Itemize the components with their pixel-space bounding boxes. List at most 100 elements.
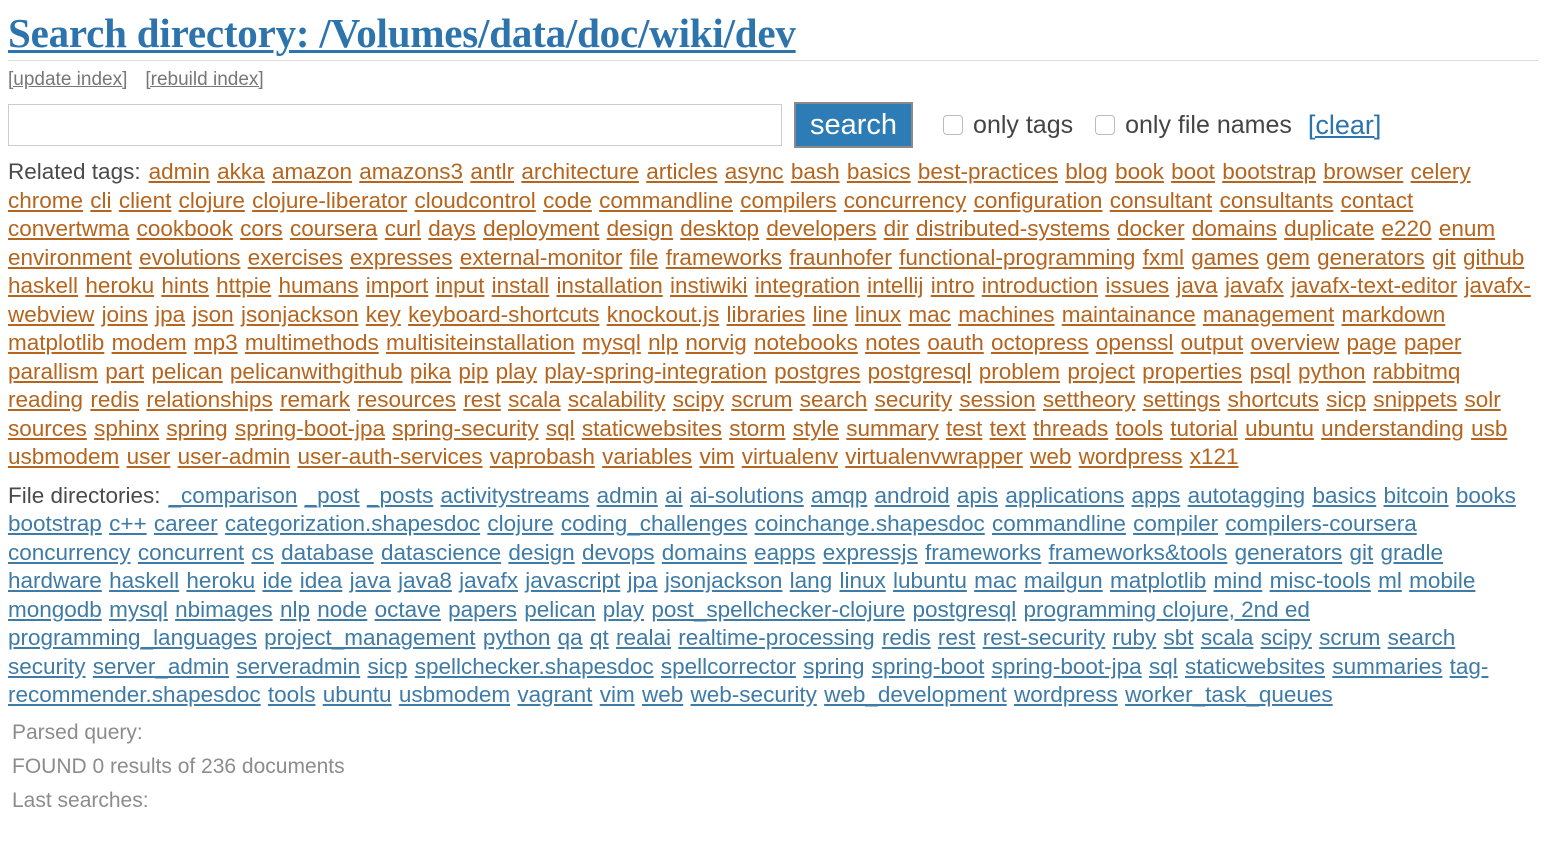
- directory-link[interactable]: haskell: [109, 568, 179, 593]
- only-tags-checkbox-group[interactable]: only tags: [943, 111, 1073, 140]
- directory-link[interactable]: concurrent: [138, 540, 244, 565]
- tag-link[interactable]: architecture: [521, 159, 639, 184]
- tag-link[interactable]: cookbook: [137, 216, 233, 241]
- tag-link[interactable]: input: [436, 273, 485, 298]
- tag-link[interactable]: management: [1203, 302, 1334, 327]
- tag-link[interactable]: dir: [884, 216, 909, 241]
- tag-link[interactable]: notes: [865, 330, 920, 355]
- directory-link[interactable]: web_development: [824, 682, 1007, 707]
- directory-link[interactable]: lang: [790, 568, 833, 593]
- tag-link[interactable]: compilers: [740, 188, 836, 213]
- directory-link[interactable]: admin: [597, 483, 658, 508]
- tag-link[interactable]: bash: [791, 159, 840, 184]
- tag-link[interactable]: clojure-liberator: [252, 188, 407, 213]
- tag-link[interactable]: reading: [8, 387, 83, 412]
- tag-link[interactable]: resources: [357, 387, 456, 412]
- tag-link[interactable]: docker: [1117, 216, 1185, 241]
- directory-link[interactable]: staticwebsites: [1185, 654, 1325, 679]
- tag-link[interactable]: parallism: [8, 359, 98, 384]
- tag-link[interactable]: distributed-systems: [916, 216, 1110, 241]
- directory-link[interactable]: web-security: [691, 682, 817, 707]
- directory-link[interactable]: papers: [448, 597, 517, 622]
- directory-link[interactable]: vagrant: [517, 682, 592, 707]
- directory-link[interactable]: qa: [558, 625, 583, 650]
- tag-link[interactable]: heroku: [85, 273, 154, 298]
- directory-link[interactable]: amqp: [811, 483, 867, 508]
- tag-link[interactable]: machines: [958, 302, 1054, 327]
- tag-link[interactable]: web: [1030, 444, 1071, 469]
- tag-link[interactable]: humans: [278, 273, 358, 298]
- tag-link[interactable]: articles: [646, 159, 717, 184]
- tag-link[interactable]: httpie: [216, 273, 271, 298]
- directory-link[interactable]: web: [642, 682, 683, 707]
- tag-link[interactable]: pelican: [151, 359, 222, 384]
- directory-link[interactable]: usbmodem: [399, 682, 510, 707]
- tag-link[interactable]: sphinx: [94, 416, 159, 441]
- tag-link[interactable]: celery: [1411, 159, 1471, 184]
- tag-link[interactable]: java: [1176, 273, 1217, 298]
- tag-link[interactable]: shortcuts: [1228, 387, 1319, 412]
- directory-link[interactable]: frameworks: [925, 540, 1041, 565]
- directory-link[interactable]: cs: [251, 540, 274, 565]
- tag-link[interactable]: user-admin: [178, 444, 291, 469]
- tag-link[interactable]: line: [813, 302, 848, 327]
- tag-link[interactable]: user: [127, 444, 171, 469]
- tag-link[interactable]: paper: [1404, 330, 1462, 355]
- tag-link[interactable]: functional-programming: [899, 245, 1135, 270]
- tag-link[interactable]: matplotlib: [8, 330, 104, 355]
- tag-link[interactable]: fraunhofer: [789, 245, 892, 270]
- tag-link[interactable]: consultants: [1220, 188, 1334, 213]
- directory-link[interactable]: javascript: [525, 568, 620, 593]
- page-title-link[interactable]: Search directory: /Volumes/data/doc/wiki…: [8, 10, 796, 56]
- tag-link[interactable]: octopress: [991, 330, 1089, 355]
- directory-link[interactable]: node: [317, 597, 367, 622]
- tag-link[interactable]: design: [607, 216, 673, 241]
- directory-link[interactable]: clojure: [487, 511, 553, 536]
- directory-link[interactable]: c++: [109, 511, 147, 536]
- directory-link[interactable]: design: [508, 540, 574, 565]
- tag-link[interactable]: admin: [149, 159, 210, 184]
- tag-link[interactable]: evolutions: [139, 245, 240, 270]
- tag-link[interactable]: multisiteinstallation: [386, 330, 575, 355]
- tag-link[interactable]: text: [990, 416, 1026, 441]
- tag-link[interactable]: virtualenvwrapper: [845, 444, 1023, 469]
- tag-link[interactable]: mysql: [582, 330, 641, 355]
- tag-link[interactable]: integration: [755, 273, 860, 298]
- tag-link[interactable]: spring-boot-jpa: [235, 416, 385, 441]
- tag-link[interactable]: solr: [1464, 387, 1500, 412]
- directory-link[interactable]: nbimages: [175, 597, 273, 622]
- directory-link[interactable]: qt: [590, 625, 609, 650]
- tag-link[interactable]: issues: [1105, 273, 1169, 298]
- tag-link[interactable]: domains: [1192, 216, 1277, 241]
- directory-link[interactable]: eapps: [754, 540, 815, 565]
- tag-link[interactable]: blog: [1065, 159, 1108, 184]
- tag-link[interactable]: instiwiki: [670, 273, 748, 298]
- tag-link[interactable]: clojure: [179, 188, 245, 213]
- search-button[interactable]: search: [794, 102, 914, 148]
- tag-link[interactable]: basics: [847, 159, 911, 184]
- tag-link[interactable]: part: [105, 359, 144, 384]
- tag-link[interactable]: boot: [1171, 159, 1215, 184]
- tag-link[interactable]: wordpress: [1079, 444, 1183, 469]
- update-index-link[interactable]: [update index]: [8, 69, 127, 90]
- tag-link[interactable]: pelicanwithgithub: [230, 359, 403, 384]
- directory-link[interactable]: project_management: [264, 625, 475, 650]
- tag-link[interactable]: installation: [556, 273, 662, 298]
- directory-link[interactable]: basics: [1312, 483, 1376, 508]
- tag-link[interactable]: json: [192, 302, 233, 327]
- directory-link[interactable]: coding_challenges: [561, 511, 747, 536]
- tag-link[interactable]: key: [366, 302, 401, 327]
- tag-link[interactable]: commandline: [599, 188, 733, 213]
- tag-link[interactable]: rest: [463, 387, 501, 412]
- directory-link[interactable]: pelican: [524, 597, 595, 622]
- tag-link[interactable]: usb: [1471, 416, 1507, 441]
- tag-link[interactable]: relationships: [146, 387, 272, 412]
- tag-link[interactable]: concurrency: [844, 188, 967, 213]
- directory-link[interactable]: misc-tools: [1270, 568, 1371, 593]
- directory-link[interactable]: datascience: [381, 540, 501, 565]
- directory-link[interactable]: jpa: [628, 568, 658, 593]
- directory-link[interactable]: programming clojure, 2nd ed: [1024, 597, 1310, 622]
- tag-link[interactable]: problem: [979, 359, 1060, 384]
- directory-link[interactable]: search: [1388, 625, 1456, 650]
- tag-link[interactable]: pip: [458, 359, 488, 384]
